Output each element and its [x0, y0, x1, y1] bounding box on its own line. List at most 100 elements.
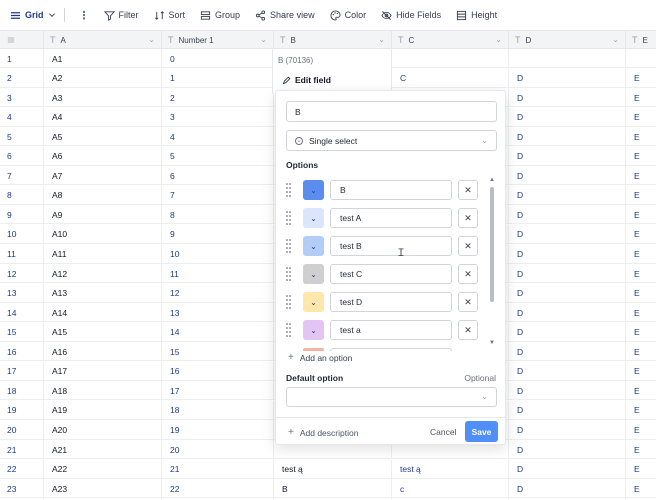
option-color-picker[interactable]: ⌄ [303, 292, 324, 312]
field-name-input[interactable]: B [286, 101, 497, 122]
row-number[interactable]: 12 [0, 264, 44, 284]
cell-d[interactable]: D [509, 127, 626, 147]
drag-handle-icon[interactable] [286, 211, 292, 225]
remove-option-icon[interactable]: ✕ [458, 292, 478, 312]
drag-handle-icon[interactable] [286, 267, 292, 281]
row-number[interactable]: 11 [0, 244, 44, 264]
row-number[interactable]: 20 [0, 420, 44, 440]
cell-d[interactable]: D [509, 244, 626, 264]
chevron-down-icon[interactable]: ⌄ [612, 35, 619, 44]
options-scrollbar[interactable]: ▲ ▼ [489, 177, 495, 347]
cell-number-1[interactable]: 4 [162, 127, 274, 147]
option-input[interactable]: B [330, 180, 452, 200]
cell-a[interactable]: A10 [44, 224, 162, 244]
table-row[interactable]: 23 A23 22 Bc D E [0, 479, 656, 499]
cell-number-1[interactable]: 22 [162, 479, 274, 499]
cell-a[interactable]: A12 [44, 264, 162, 284]
row-number[interactable]: 10 [0, 224, 44, 244]
cell-number-1[interactable]: 0 [162, 49, 274, 68]
cell-e[interactable]: E [626, 420, 656, 439]
row-number[interactable]: 14 [0, 303, 44, 323]
row-number[interactable]: 16 [0, 342, 44, 362]
option-input[interactable]: test A [330, 208, 452, 228]
column-header-b[interactable]: T B ⌄ [274, 31, 392, 49]
column-header-e[interactable]: T E [626, 31, 656, 49]
cell-d[interactable]: D [509, 303, 626, 323]
cell-d[interactable]: D [509, 400, 626, 420]
cell-d[interactable]: D [509, 146, 626, 166]
cell-d[interactable]: D [509, 205, 626, 225]
option-input[interactable]: test D [330, 292, 452, 312]
scroll-up-icon[interactable]: ▲ [489, 177, 495, 183]
cell-e[interactable]: E [626, 205, 656, 224]
cell-e[interactable]: E [626, 245, 656, 264]
option-input[interactable]: test C [330, 264, 452, 284]
cell-e[interactable]: E [626, 381, 656, 400]
option-color-picker[interactable]: ⌄ [303, 320, 324, 340]
cell-number-1[interactable]: 19 [162, 420, 274, 440]
table-row[interactable]: 22 A22 21 test ą test ąDE [0, 459, 656, 479]
cell-a[interactable]: A9 [44, 205, 162, 225]
cell-number-1[interactable]: 21 [162, 459, 274, 479]
color-button[interactable]: Color [330, 9, 366, 21]
cell-a[interactable]: A14 [44, 303, 162, 323]
row-number[interactable]: 18 [0, 381, 44, 401]
cell-a[interactable]: A16 [44, 342, 162, 362]
cell-d[interactable]: D [509, 420, 626, 440]
cell-e[interactable]: E [626, 284, 656, 303]
cell-e[interactable]: E [626, 147, 656, 166]
add-option-button[interactable]: + Add an option [288, 352, 352, 363]
cell-a[interactable]: A22 [44, 459, 162, 479]
row-number[interactable]: 5 [0, 127, 44, 147]
cell-d[interactable]: D [509, 166, 626, 186]
save-button[interactable]: Save [465, 421, 498, 442]
cell-number-1[interactable]: 14 [162, 322, 274, 342]
share-view-button[interactable]: Share view [255, 9, 315, 21]
cell-number-1[interactable]: 15 [162, 342, 274, 362]
cell-e[interactable]: E [626, 264, 656, 283]
drag-handle-icon[interactable] [286, 183, 292, 197]
drag-handle-icon[interactable] [286, 295, 292, 309]
option-color-picker[interactable]: ⌄ [303, 180, 324, 200]
filter-button[interactable]: Filter [103, 10, 139, 21]
cell-a[interactable]: A6 [44, 146, 162, 166]
cell-d[interactable] [509, 49, 626, 68]
cell-d[interactable]: D [509, 185, 626, 205]
cell-b[interactable]: test ą [274, 459, 392, 479]
cell-e[interactable] [626, 49, 656, 68]
cell-a[interactable]: A7 [44, 166, 162, 186]
drag-handle-icon[interactable] [286, 323, 292, 337]
cell-number-1[interactable]: 20 [162, 440, 274, 459]
cell-a[interactable]: A5 [44, 127, 162, 147]
cell-number-1[interactable]: 17 [162, 381, 274, 401]
sort-button[interactable]: Sort [154, 10, 185, 21]
cell-e[interactable]: E [626, 225, 656, 244]
row-number[interactable]: 22 [0, 459, 44, 479]
cell-a[interactable]: A11 [44, 244, 162, 264]
cell-number-1[interactable]: 7 [162, 185, 274, 205]
row-number[interactable]: 13 [0, 283, 44, 303]
cell-a[interactable]: A8 [44, 185, 162, 205]
cell-a[interactable]: A13 [44, 283, 162, 303]
cell-a[interactable]: A18 [44, 381, 162, 401]
row-number[interactable]: 23 [0, 479, 44, 499]
cell-number-1[interactable]: 11 [162, 264, 274, 284]
cell-c[interactable]: c [392, 479, 509, 499]
cell-a[interactable]: A1 [44, 49, 162, 68]
cell-a[interactable]: A20 [44, 420, 162, 440]
column-header-c[interactable]: T C ⌄ [392, 31, 509, 49]
option-color-picker[interactable]: ⌄ [303, 264, 324, 284]
cell-d[interactable]: D [509, 322, 626, 342]
cell-a[interactable]: A4 [44, 107, 162, 127]
cell-d[interactable]: D [509, 68, 626, 88]
row-number[interactable]: 7 [0, 166, 44, 186]
cell-a[interactable]: A3 [44, 88, 162, 108]
cell-number-1[interactable]: 2 [162, 88, 274, 108]
cell-number-1[interactable]: 13 [162, 303, 274, 323]
cell-d[interactable]: D [509, 224, 626, 244]
cell-c[interactable]: C [392, 68, 509, 88]
cell-number-1[interactable]: 9 [162, 224, 274, 244]
cell-d[interactable]: D [509, 381, 626, 401]
chevron-down-icon[interactable]: ⌄ [260, 35, 267, 44]
edit-field-menu-item[interactable]: Edit field [282, 75, 331, 85]
